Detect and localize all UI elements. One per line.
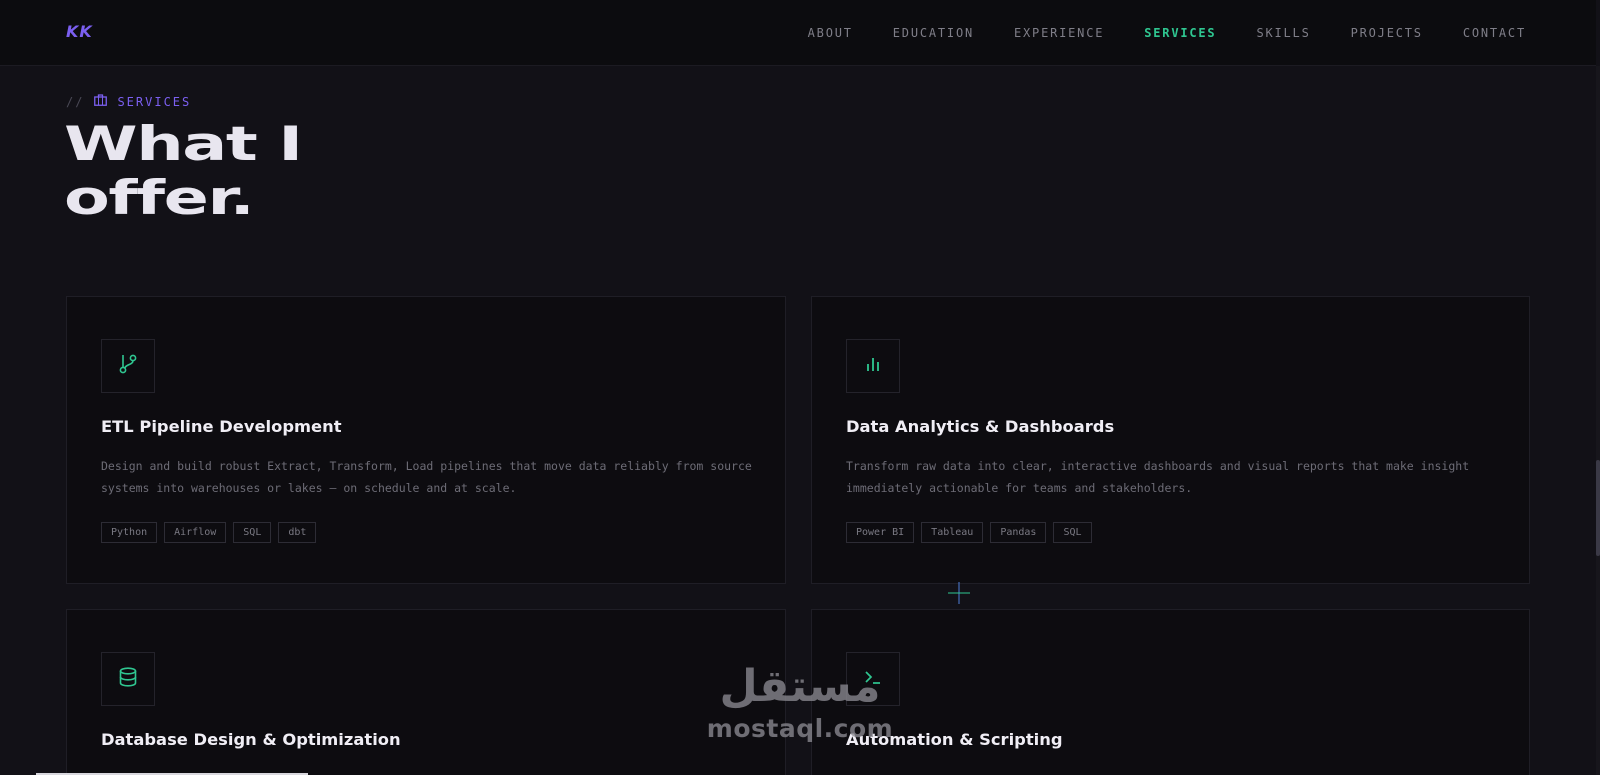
- tag: Power BI: [846, 522, 915, 543]
- tag: dbt: [278, 522, 317, 543]
- section-eyebrow: // SERVICES: [66, 94, 191, 109]
- nav-link-experience[interactable]: EXPERIENCE: [1014, 26, 1104, 40]
- service-icon-box: [101, 652, 155, 706]
- tag: Airflow: [164, 522, 227, 543]
- service-card-etl[interactable]: ETL Pipeline Development Design and buil…: [66, 296, 786, 584]
- database-icon: [117, 666, 139, 692]
- service-icon-box: [846, 339, 900, 393]
- logo[interactable]: KK: [66, 22, 93, 41]
- nav-links: ABOUT EDUCATION EXPERIENCE SERVICES SKIL…: [768, 26, 1526, 40]
- service-title: Automation & Scripting: [846, 730, 1063, 749]
- tag: Tableau: [921, 522, 984, 543]
- nav-link-education[interactable]: EDUCATION: [893, 26, 974, 40]
- service-card-automation[interactable]: Automation & Scripting: [811, 609, 1530, 775]
- page-title: What I offer.: [64, 117, 303, 226]
- nav-link-skills[interactable]: SKILLS: [1256, 26, 1310, 40]
- service-title: Data Analytics & Dashboards: [846, 417, 1115, 436]
- nav-link-projects[interactable]: PROJECTS: [1351, 26, 1423, 40]
- briefcase-icon: [94, 94, 108, 109]
- bar-chart-icon: [863, 354, 883, 378]
- service-card-analytics[interactable]: Data Analytics & Dashboards Transform ra…: [811, 296, 1530, 584]
- nav-link-contact[interactable]: CONTACT: [1463, 26, 1526, 40]
- service-tags: Python Airflow SQL dbt: [101, 522, 317, 543]
- terminal-icon: [862, 666, 884, 692]
- git-branch-icon: [117, 353, 139, 379]
- eyebrow-slashes: //: [66, 94, 85, 109]
- crosshair-cursor-icon: [948, 582, 970, 604]
- top-nav: KK ABOUT EDUCATION EXPERIENCE SERVICES S…: [0, 0, 1596, 66]
- eyebrow-label: SERVICES: [117, 94, 192, 109]
- service-icon-box: [846, 652, 900, 706]
- scrollbar-track[interactable]: [1596, 66, 1600, 775]
- page-title-line-2: offer.: [64, 171, 255, 226]
- service-description: Design and build robust Extract, Transfo…: [101, 459, 752, 495]
- page-title-line-1: What I: [64, 117, 303, 172]
- service-card-database[interactable]: Database Design & Optimization: [66, 609, 786, 775]
- page: KK ABOUT EDUCATION EXPERIENCE SERVICES S…: [0, 0, 1600, 775]
- nav-link-services[interactable]: SERVICES: [1144, 26, 1216, 40]
- tag: SQL: [233, 522, 272, 543]
- service-title: ETL Pipeline Development: [101, 417, 342, 436]
- service-tags: Power BI Tableau Pandas SQL: [846, 522, 1092, 543]
- service-icon-box: [101, 339, 155, 393]
- tag: SQL: [1053, 522, 1092, 543]
- scrollbar-thumb[interactable]: [1596, 460, 1600, 556]
- service-title: Database Design & Optimization: [101, 730, 401, 749]
- service-description: Transform raw data into clear, interacti…: [846, 459, 1470, 495]
- tag: Pandas: [990, 522, 1047, 543]
- nav-link-about[interactable]: ABOUT: [808, 26, 853, 40]
- tag: Python: [101, 522, 158, 543]
